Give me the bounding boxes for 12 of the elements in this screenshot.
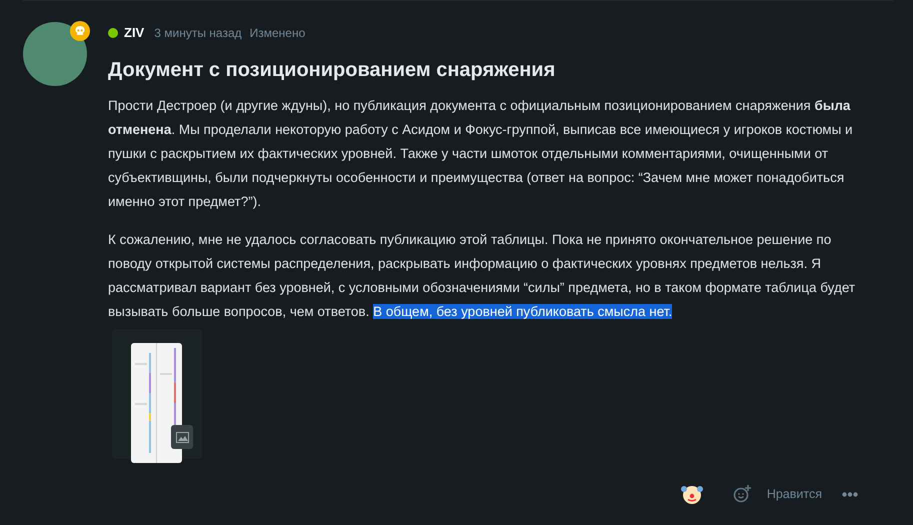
- edited-label[interactable]: Изменено: [250, 24, 306, 42]
- add-reaction-icon[interactable]: [732, 485, 751, 503]
- image-icon: [171, 425, 193, 449]
- post-paragraph: Прости Дестроер (и другие ждуны), но публикация документа с официальным позиционированием снаряжения была отменена. Мы проделали некоторую работу с Асидом и Фокус-группой, выписав все имеющиеся у игроков костюмы и пушки с раскрытием их фактических уровней. Также у части шмоток отдельными комментариями, очищенными от субъективщины, были подчеркнуты особенности и преимущества (ответ на вопрос: “Зачем мне может понадобиться именно этот предмет?”).: [108, 97, 854, 211]
- like-button[interactable]: Нравится: [766, 484, 822, 504]
- post-paragraph: К сожалению, мне не удалось согласовать публикацию этой таблицы. Пока не принято окончательное решение по поводу открытой системы распределения, раскрывать информацию о фактических уровнях предметов нельзя. Я рассматривал вариант без уровней, с условными обозначениями “силы” предмета, но в таком формате таблица будет вызывать больше вопросов, чем ответов. В общем, без уровней публиковать смысла нет.: [108, 231, 856, 321]
- skull-badge-icon: [70, 21, 90, 41]
- author-name[interactable]: ZIV: [124, 23, 144, 43]
- reaction-face-icon[interactable]: [680, 483, 703, 505]
- post-time: 3 минуты назад: [154, 25, 242, 42]
- post-title: Документ с позиционированием снаряжения: [108, 58, 556, 83]
- more-options-icon[interactable]: [842, 492, 858, 496]
